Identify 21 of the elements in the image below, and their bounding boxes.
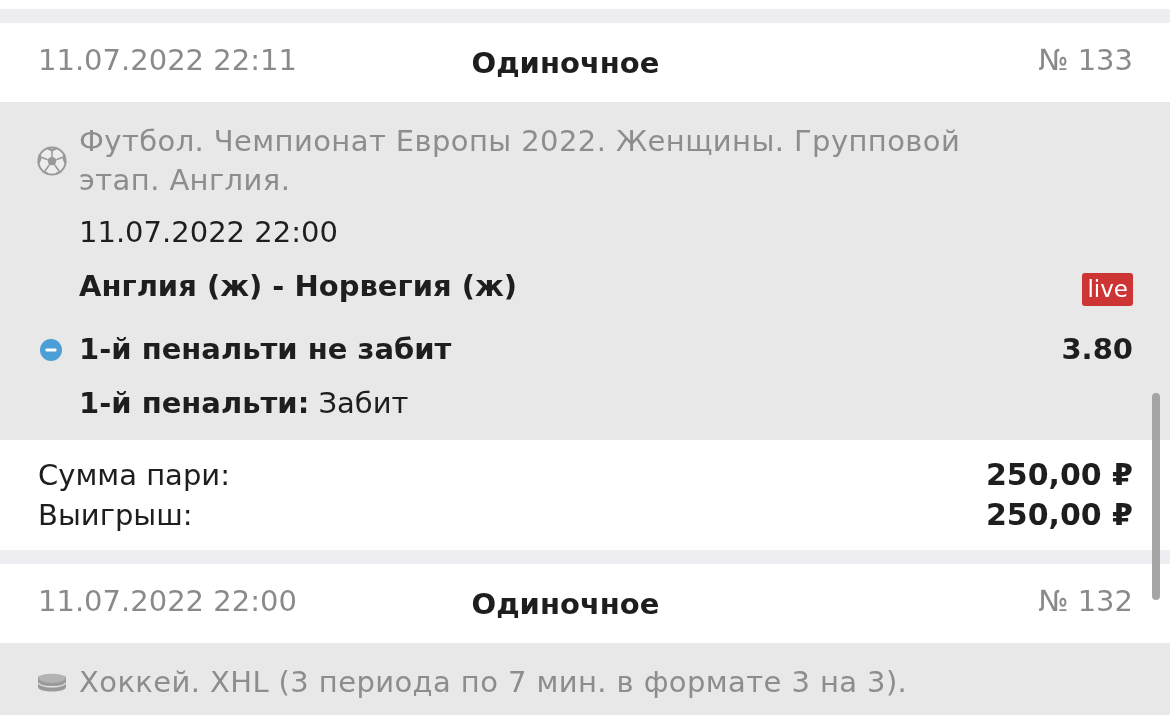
match-name: Англия (ж) - Норвегия (ж)	[79, 268, 518, 305]
selection-name: 1-й пенальти не забит	[79, 331, 453, 368]
summary-label: Выигрыш:	[38, 497, 193, 534]
live-badge: live	[1082, 273, 1133, 306]
event-start-time: 11.07.2022 22:00	[79, 214, 338, 251]
result-text: 1-й пенальти: Забит	[79, 385, 409, 422]
tournament-name: Футбол. Чемпионат Европы 2022. Женщины. Групповой этап. Англия.	[79, 123, 962, 199]
bet-number: № 133	[1038, 42, 1133, 77]
bet-date: 11.07.2022 22:11	[38, 42, 297, 77]
summary-label: Сумма пари:	[38, 457, 230, 494]
bet-type: Одиночное	[471, 45, 660, 80]
bet-type: Одиночное	[471, 586, 660, 621]
minus-circle-icon	[40, 338, 62, 361]
bet-date: 11.07.2022 22:00	[38, 583, 297, 618]
bet-number: № 132	[1038, 583, 1133, 618]
summary-amount: 250,00 ₽	[985, 496, 1133, 534]
tournament-name: Хоккей. XHL (3 периода по 7 мин. в формате 3 на 3).	[79, 664, 908, 701]
summary-amount: 250,00 ₽	[985, 456, 1133, 494]
scrollbar-thumb[interactable]	[1152, 393, 1160, 600]
soccer-ball-icon	[37, 146, 67, 176]
odds-value: 3.80	[1061, 331, 1133, 368]
